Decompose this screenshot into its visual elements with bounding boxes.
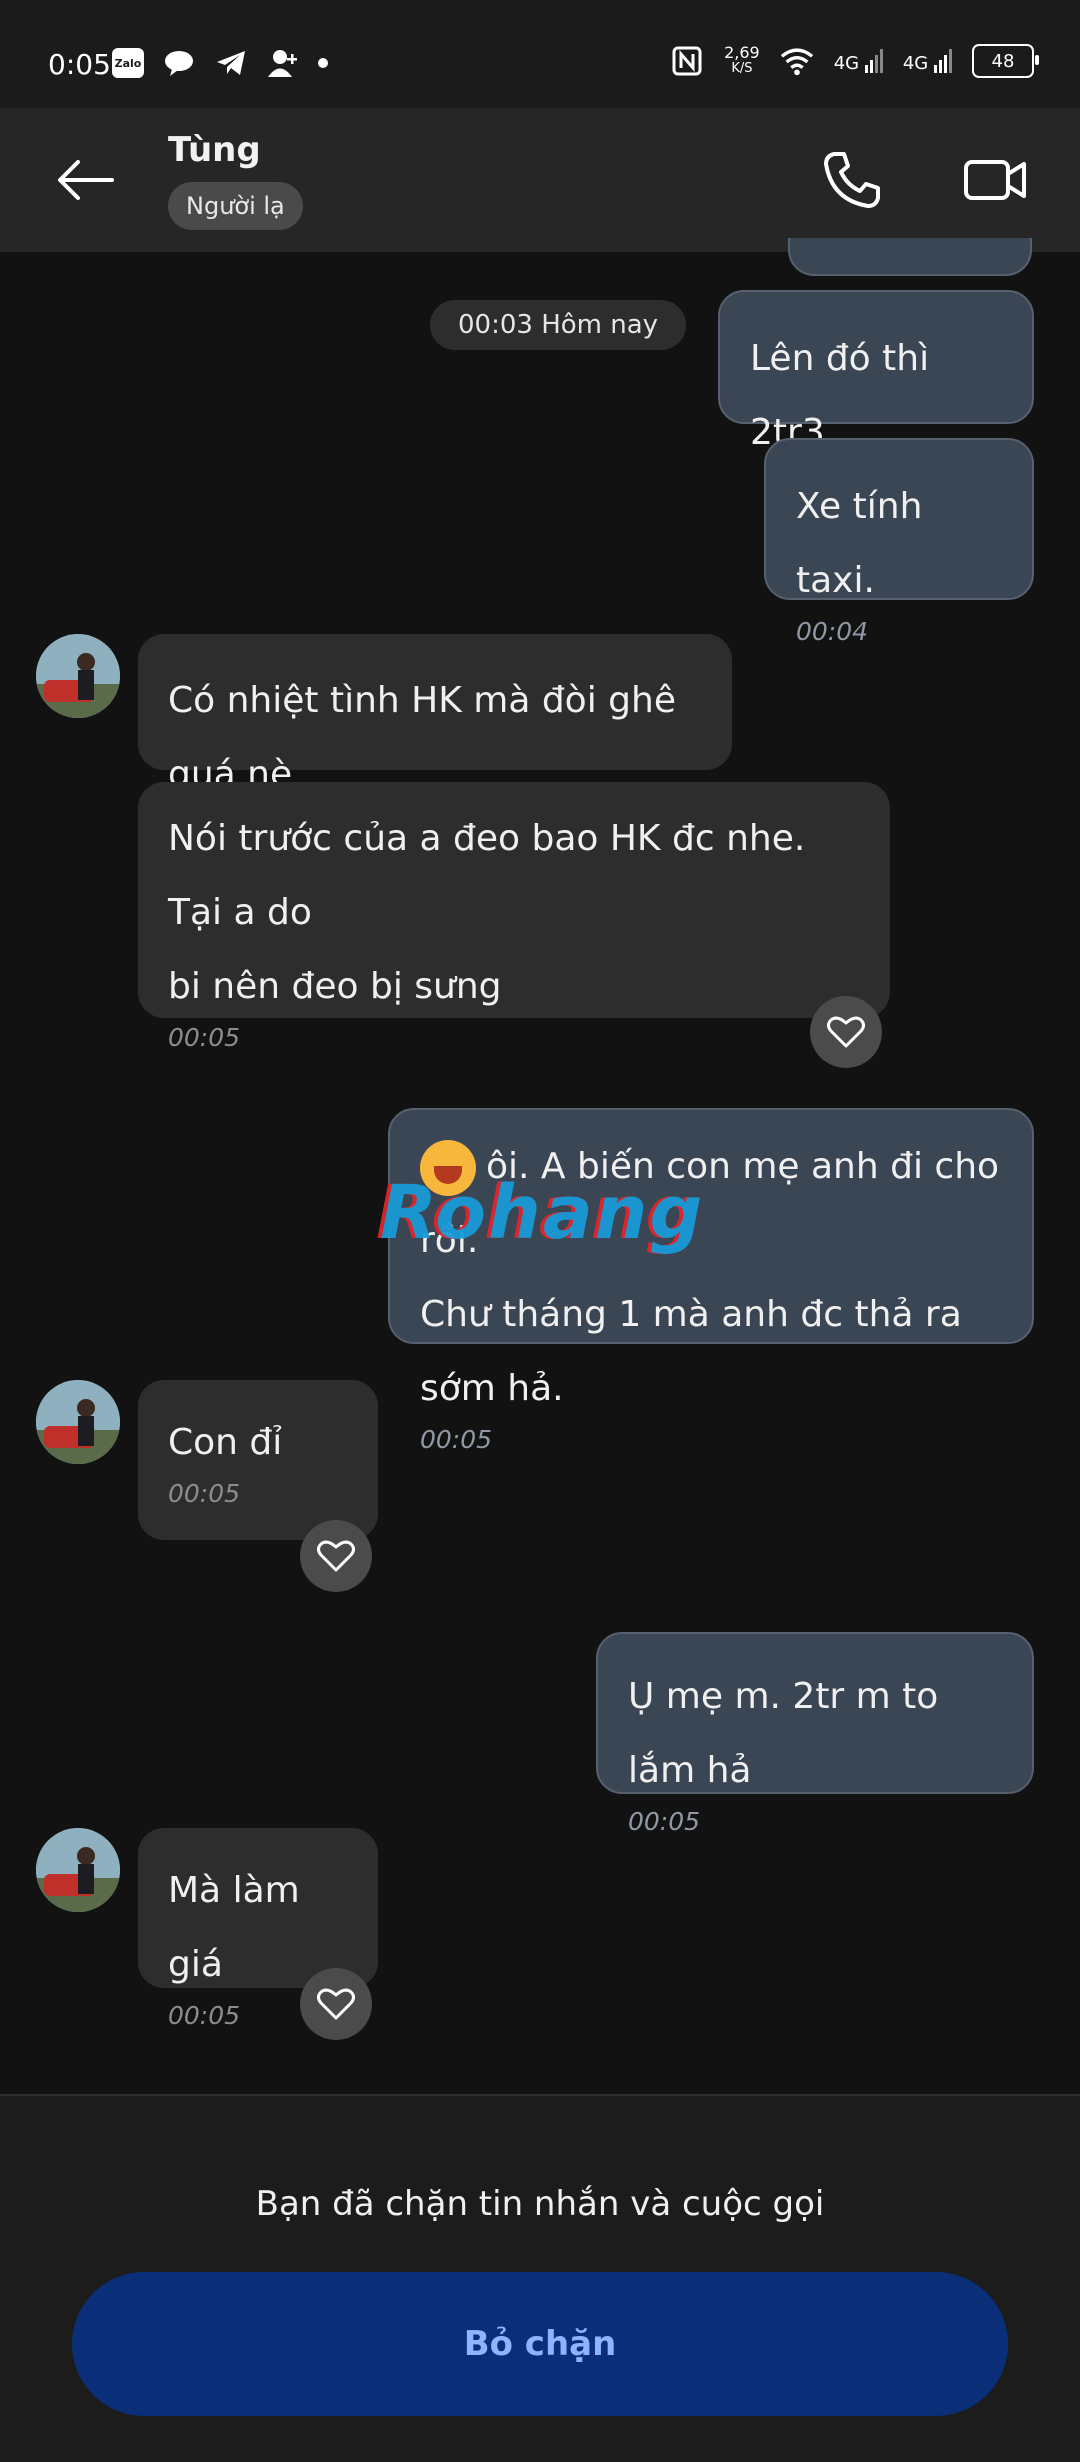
stranger-badge: Người lạ — [168, 182, 303, 230]
blocked-panel: Bạn đã chặn tin nhắn và cuộc gọi Bỏ chặn — [0, 2094, 1080, 2462]
sim2-signal: 4G — [902, 48, 952, 74]
message-text-line2: Chư tháng 1 mà anh đc thả ra sớm hả. — [420, 1294, 962, 1409]
message-bubble-incoming[interactable]: Nói trước của a đeo bao HK đc nhe. Tại a… — [138, 782, 890, 1052]
avatar[interactable] — [36, 1380, 120, 1464]
message-text-line1: Nói trước của a đeo bao HK đc nhe. Tại a… — [168, 818, 806, 933]
video-call-icon — [964, 160, 1026, 200]
network-speed: 2,69 K/S — [724, 45, 760, 77]
message-bubble-outgoing[interactable]: Xe tính taxi. 00:04 — [764, 438, 1034, 646]
chat-icon — [162, 46, 196, 80]
zalo-icon: Zalo — [112, 48, 144, 78]
back-button[interactable] — [56, 148, 136, 212]
message-text: Con đỉ — [168, 1422, 283, 1463]
heart-icon — [827, 1016, 865, 1048]
message-text: Ụ mẹ m. 2tr m to lắm hả — [628, 1676, 939, 1791]
avatar[interactable] — [36, 634, 120, 718]
sim1-label: 4G — [833, 52, 860, 74]
contact-photo — [36, 634, 120, 718]
video-call-button[interactable] — [962, 148, 1028, 212]
telegram-icon — [214, 46, 248, 80]
add-user-icon — [266, 46, 300, 80]
blocked-notice: Bạn đã chặn tin nhắn và cuộc gọi — [255, 2184, 825, 2224]
message-bubble-outgoing[interactable]: Lên đó thì 2tr3 — [718, 290, 1034, 453]
back-arrow-icon — [58, 160, 114, 200]
sim2-label: 4G — [902, 52, 929, 74]
message-time: 00:05 — [420, 1425, 493, 1454]
sim1-signal: 4G — [833, 48, 883, 74]
unblock-button[interactable]: Bỏ chặn — [72, 2272, 1008, 2416]
message-bubble-outgoing[interactable]: Ụ mẹ m. 2tr m to lắm hả 00:05 — [596, 1632, 1034, 1836]
react-heart-button[interactable] — [300, 1968, 372, 2040]
message-time: 00:05 — [168, 1023, 241, 1052]
system-icons: 2,69 K/S 4G 4G 48 — [670, 44, 1039, 78]
heart-icon — [317, 1540, 355, 1572]
heart-icon — [317, 1988, 355, 2020]
wifi-icon — [780, 44, 814, 78]
message-text: Xe tính taxi. — [796, 486, 923, 601]
message-bubble-incoming[interactable]: Con đỉ 00:05 — [138, 1380, 378, 1540]
battery-indicator: 48 — [972, 44, 1039, 78]
status-time: 0:05 — [48, 48, 111, 81]
message-time: 00:05 — [168, 1479, 241, 1508]
date-separator: 00:03 Hôm nay — [430, 300, 687, 350]
network-speed-value: 2,69 — [724, 43, 760, 62]
contact-photo — [36, 1828, 120, 1912]
message-bubble-partial[interactable] — [788, 238, 1032, 276]
voice-call-button[interactable] — [820, 148, 884, 212]
message-bubble-incoming[interactable]: Có nhiệt tình HK mà đòi ghê quá nè — [138, 634, 732, 795]
watermark-logo: Rohang — [380, 1170, 705, 1256]
network-speed-unit: K/S — [731, 61, 753, 76]
react-heart-button[interactable] — [300, 1520, 372, 1592]
react-heart-button[interactable] — [810, 996, 882, 1068]
more-notifications-dot — [318, 58, 328, 68]
message-bubble-incoming[interactable]: Mà làm giá 00:05 — [138, 1828, 378, 2030]
contact-name[interactable]: Tùng — [168, 130, 261, 170]
nfc-icon — [670, 44, 704, 78]
chat-header: Tùng Người lạ — [0, 108, 1080, 252]
message-time: 00:05 — [628, 1807, 701, 1836]
avatar[interactable] — [36, 1828, 120, 1912]
phone-icon — [824, 152, 880, 208]
message-time: 00:04 — [796, 617, 869, 646]
message-text-line2: bi nên đeo bị sưng — [168, 966, 502, 1007]
status-bar: 0:05 Zalo 2,69 K/S 4G 4G 48 — [0, 0, 1080, 108]
contact-photo — [36, 1380, 120, 1464]
notification-icons: Zalo — [112, 46, 328, 80]
